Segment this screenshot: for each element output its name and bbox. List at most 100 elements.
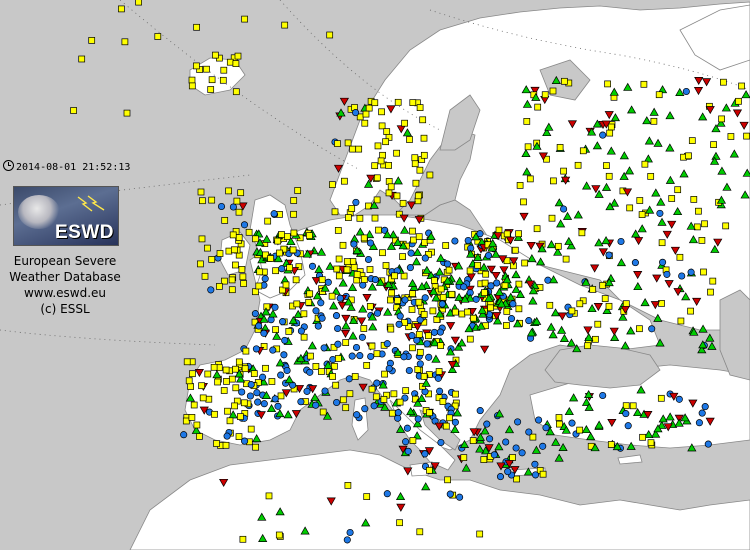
yellow-square-marker [350, 264, 358, 271]
yellow-square-marker [521, 259, 529, 267]
yellow-square-marker [415, 233, 423, 241]
blue-circle-marker [346, 528, 354, 537]
blue-circle-marker [483, 420, 491, 428]
yellow-square-marker [208, 76, 216, 84]
yellow-square-marker [293, 300, 301, 308]
yellow-square-marker [307, 352, 314, 360]
blue-circle-marker [514, 418, 522, 426]
yellow-square-marker [640, 80, 648, 88]
yellow-square-marker [193, 421, 201, 429]
blue-circle-marker [251, 310, 259, 318]
yellow-square-marker [300, 310, 308, 318]
blue-circle-marker [353, 411, 361, 419]
eswd-logo[interactable]: ESWD [13, 186, 119, 246]
blue-circle-marker [283, 366, 291, 375]
yellow-square-marker [401, 119, 408, 127]
yellow-square-marker [415, 331, 423, 338]
yellow-square-marker [197, 260, 204, 268]
blue-circle-marker [352, 109, 360, 117]
yellow-square-marker [245, 228, 253, 236]
blue-circle-marker [303, 387, 311, 395]
blue-circle-marker [247, 381, 255, 389]
yellow-square-marker [228, 375, 236, 383]
yellow-square-marker [335, 355, 342, 362]
blue-circle-marker [599, 131, 607, 139]
yellow-square-marker [196, 433, 203, 440]
yellow-square-marker [212, 51, 219, 59]
yellow-square-marker [520, 198, 527, 206]
yellow-square-marker [285, 328, 293, 335]
yellow-square-marker [701, 220, 708, 228]
yellow-square-marker [135, 0, 142, 6]
blue-circle-marker [605, 251, 613, 259]
yellow-square-marker [464, 308, 471, 316]
yellow-square-marker [365, 104, 373, 112]
yellow-square-marker [442, 242, 450, 249]
yellow-square-marker [221, 217, 229, 224]
yellow-square-marker [294, 187, 302, 194]
yellow-square-marker [225, 187, 232, 195]
yellow-square-marker [516, 182, 524, 189]
yellow-square-marker [629, 402, 637, 410]
blue-circle-marker [490, 451, 498, 459]
blue-circle-marker [404, 447, 412, 455]
yellow-square-marker [698, 237, 706, 244]
yellow-square-marker [599, 282, 607, 289]
yellow-square-marker [211, 410, 218, 418]
website-link[interactable]: www.eswd.eu [0, 286, 130, 301]
yellow-square-marker [371, 162, 379, 170]
yellow-square-marker [416, 348, 424, 356]
blue-circle-marker [279, 318, 287, 326]
yellow-square-marker [435, 368, 443, 375]
yellow-square-marker [306, 232, 313, 239]
blue-circle-marker [334, 324, 342, 333]
yellow-square-marker [222, 366, 230, 374]
blue-circle-marker [359, 281, 367, 289]
yellow-square-marker [562, 255, 570, 263]
yellow-square-marker [416, 528, 424, 536]
yellow-square-marker [70, 107, 77, 114]
yellow-square-marker [546, 301, 554, 309]
yellow-square-marker [290, 229, 298, 237]
yellow-square-marker [420, 151, 428, 159]
yellow-square-marker [589, 286, 597, 293]
blue-circle-marker [656, 209, 664, 217]
blue-circle-marker [456, 493, 464, 501]
yellow-square-marker [641, 160, 649, 168]
yellow-square-marker [339, 396, 347, 404]
yellow-square-marker [393, 192, 401, 200]
yellow-square-marker [290, 210, 297, 218]
yellow-square-marker [409, 99, 417, 106]
blue-circle-marker [308, 262, 317, 270]
yellow-square-marker [426, 466, 433, 474]
yellow-square-marker [272, 326, 279, 333]
yellow-square-marker [657, 394, 665, 402]
blue-circle-marker [366, 239, 375, 247]
yellow-square-marker [281, 21, 289, 29]
yellow-square-marker [275, 531, 283, 539]
blue-circle-marker [373, 309, 382, 317]
yellow-square-marker [410, 236, 417, 244]
yellow-square-marker [229, 231, 237, 239]
blue-circle-marker [395, 320, 403, 328]
yellow-square-marker [509, 454, 516, 461]
yellow-square-marker [607, 123, 615, 131]
yellow-square-marker [446, 414, 453, 422]
yellow-square-marker [513, 475, 520, 483]
yellow-square-marker [185, 377, 193, 385]
blue-circle-marker [371, 276, 379, 284]
yellow-square-marker [421, 239, 428, 246]
yellow-square-marker [335, 255, 343, 263]
yellow-square-marker [655, 91, 663, 99]
yellow-square-marker [228, 276, 236, 284]
blue-circle-marker [460, 283, 468, 291]
blue-circle-marker [253, 389, 261, 397]
yellow-square-marker [466, 267, 474, 275]
blue-circle-marker [261, 275, 269, 283]
blue-circle-marker [631, 259, 639, 267]
yellow-square-marker [335, 272, 343, 280]
blue-circle-marker [312, 307, 320, 315]
blue-circle-marker [525, 428, 533, 436]
yellow-square-marker [578, 229, 586, 237]
blue-circle-marker [223, 432, 231, 440]
